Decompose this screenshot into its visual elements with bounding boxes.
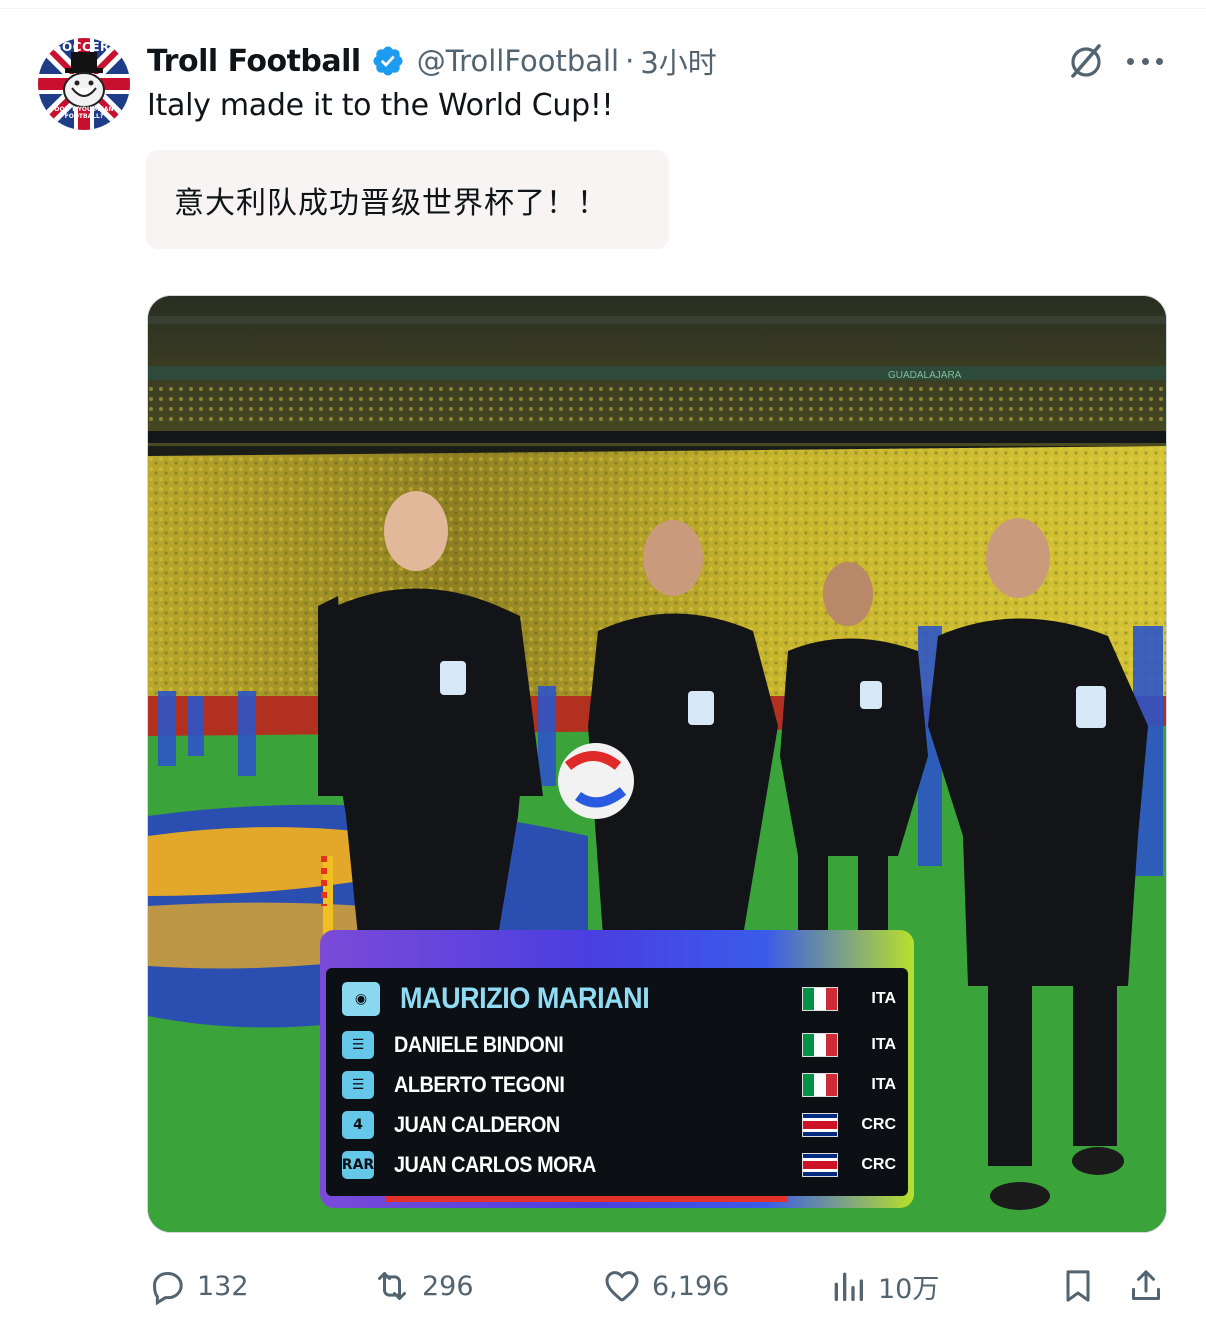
tweet-media-image[interactable]: GUADALAJARA ◉ MAURIZIO MARIANI ITA ☰ DAN… <box>147 295 1167 1233</box>
italy-flag-icon <box>802 1033 838 1057</box>
official-row: RAR JUAN CARLOS MORA CRC <box>342 1146 898 1184</box>
country-code: CRC <box>861 1156 896 1173</box>
top-divider <box>0 8 1206 9</box>
share-icon <box>1132 1270 1160 1300</box>
reply-count: 132 <box>197 1270 249 1302</box>
official-name: JUAN CARLOS MORA <box>394 1152 596 1177</box>
display-name[interactable]: Troll Football <box>147 44 361 79</box>
italy-flag-icon <box>802 1073 838 1097</box>
repost-icon <box>378 1272 406 1300</box>
like-button[interactable]: 6,196 <box>602 1258 729 1314</box>
verified-badge-icon[interactable] <box>371 44 405 78</box>
avatar-bottom-text: DON'T YOU MEAN FOOTBALL? <box>54 106 114 120</box>
bookmark-button[interactable] <box>1058 1258 1098 1314</box>
costa-rica-flag-icon <box>802 1113 838 1137</box>
fourth-badge-icon: 4 <box>342 1111 374 1139</box>
views-count: 10万 <box>878 1273 940 1305</box>
official-row: ◉ MAURIZIO MARIANI ITA <box>342 980 898 1018</box>
heart-icon <box>605 1271 639 1302</box>
like-count: 6,196 <box>652 1270 730 1302</box>
avatar[interactable]: SOCCER: DON'T YOU MEAN FOOTBALL? <box>38 38 130 130</box>
assistant-badge-icon: ☰ <box>342 1071 374 1099</box>
referee-whistle-badge-icon: ◉ <box>342 982 380 1016</box>
translation-box: 意大利队成功晋级世界杯了！！ <box>146 150 669 249</box>
grok-icon[interactable] <box>1065 40 1107 82</box>
italy-flag-icon <box>802 987 838 1011</box>
official-name: MAURIZIO MARIANI <box>400 982 650 1015</box>
repost-button[interactable]: 296 <box>372 1258 474 1314</box>
share-button[interactable] <box>1126 1258 1166 1314</box>
avatar-top-text: SOCCER: <box>52 40 116 54</box>
separator-dot: · <box>625 44 635 78</box>
official-name: DANIELE BINDONI <box>394 1032 564 1057</box>
user-handle[interactable]: @TrollFootball <box>417 44 619 78</box>
rar-badge-icon: RAR <box>342 1151 374 1179</box>
bookmark-icon <box>1066 1270 1090 1302</box>
tweet-header: Troll Football @TrollFootball · 3小时 <box>147 40 717 82</box>
repost-count: 296 <box>422 1270 474 1302</box>
tweet-actions: 132 296 6,196 10万 <box>0 1258 1206 1314</box>
official-row: ☰ ALBERTO TEGONI ITA <box>342 1066 898 1104</box>
country-code: CRC <box>861 1116 896 1133</box>
country-code: ITA <box>871 990 896 1007</box>
stadium-banner: GUADALAJARA <box>888 370 962 381</box>
official-row: ☰ DANIELE BINDONI ITA <box>342 1026 898 1064</box>
officials-lower-third: ◉ MAURIZIO MARIANI ITA ☰ DANIELE BINDONI ITA ☰… <box>320 930 914 1208</box>
costa-rica-flag-icon <box>802 1153 838 1177</box>
more-options-icon[interactable] <box>1124 44 1166 78</box>
views-button[interactable]: 10万 <box>828 1258 939 1314</box>
official-row: 4 JUAN CALDERON CRC <box>342 1106 898 1144</box>
reply-icon <box>152 1272 183 1306</box>
country-code: ITA <box>871 1076 896 1093</box>
reply-button[interactable]: 132 <box>147 1258 249 1314</box>
country-code: ITA <box>871 1036 896 1053</box>
timestamp[interactable]: 3小时 <box>640 40 716 82</box>
official-name: JUAN CALDERON <box>394 1112 560 1137</box>
translation-text: 意大利队成功晋级世界杯了！！ <box>174 186 608 221</box>
tweet-text: Italy made it to the World Cup!! <box>147 88 614 123</box>
assistant-badge-icon: ☰ <box>342 1031 374 1059</box>
analytics-icon <box>834 1272 863 1301</box>
official-name: ALBERTO TEGONI <box>394 1072 565 1097</box>
